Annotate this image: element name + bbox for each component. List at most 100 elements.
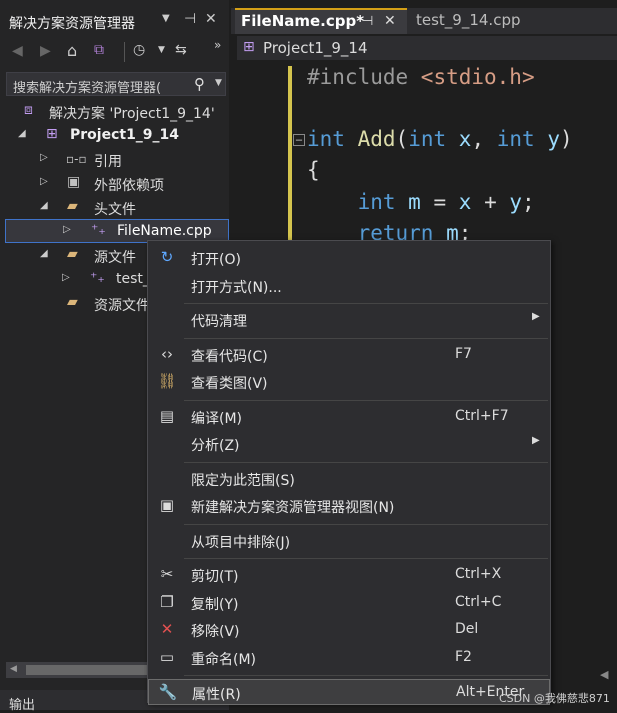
menu-item-label: 打开方式(N)... — [191, 279, 282, 296]
collapsed-arrow-icon[interactable]: ▷ — [62, 272, 70, 283]
expanded-arrow-icon[interactable]: ◢ — [40, 248, 48, 259]
menu-item[interactable]: 🔧 属性(R) Alt+Enter — [148, 679, 550, 705]
menu-item[interactable]: ✂ 剪切(T) Ctrl+X — [148, 562, 550, 588]
properties-icon: 🔧 — [158, 683, 178, 701]
menu-item-shortcut: F2 — [455, 648, 472, 665]
compile-icon: ▤ — [159, 406, 175, 425]
menu-separator — [184, 675, 548, 676]
menu-item[interactable]: 代码清理 ▶ — [148, 307, 550, 333]
search-input[interactable]: 搜索解决方案资源管理器( — [13, 77, 185, 96]
menu-item[interactable]: 从项目中排除(J) — [148, 528, 550, 554]
solution-explorer-titlebar: 解决方案资源管理器 ▼ ⊣ ✕ — [0, 8, 229, 34]
tree-item-solution[interactable]: ⧈ 解决方案 'Project1_9_14' — [0, 100, 229, 124]
tree-item-external-deps[interactable]: ▷ ▣ 外部依赖项 — [0, 172, 229, 196]
cpp-file-icon: ⁺₊ — [91, 222, 106, 238]
collapsed-arrow-icon[interactable]: ▷ — [63, 224, 71, 235]
collapsed-arrow-icon[interactable]: ▷ — [40, 152, 48, 163]
code-token: <stdio.h> — [420, 65, 535, 89]
tree-item-label: Project1_9_14 — [70, 127, 180, 143]
menu-item[interactable]: 限定为此范围(S) — [148, 466, 550, 492]
menu-item[interactable]: ❐ 复制(Y) Ctrl+C — [148, 590, 550, 616]
menu-item[interactable]: 打开方式(N)... — [148, 273, 550, 299]
menu-item-label: 查看代码(C) — [191, 348, 268, 365]
code-token: #include — [307, 65, 421, 89]
sync-icon[interactable]: ⇆ — [175, 42, 187, 58]
tree-item-project[interactable]: ◢ ⊞ Project1_9_14 — [0, 124, 229, 148]
remove-icon: ✕ — [160, 620, 174, 638]
tree-item-label: 源文件 — [94, 250, 136, 266]
menu-item[interactable]: ‹› 查看代码(C) F7 — [148, 342, 550, 368]
switch-views-icon[interactable]: ⧉ — [94, 42, 104, 58]
close-icon[interactable]: ✕ — [205, 11, 217, 27]
back-icon[interactable]: ◀ — [12, 43, 23, 59]
rename-icon: ▭ — [159, 647, 175, 666]
submenu-arrow-icon: ▶ — [532, 311, 540, 322]
code-token: { — [307, 158, 320, 182]
home-icon[interactable]: ⌂ — [67, 41, 77, 60]
menu-separator — [184, 461, 548, 463]
tree-item-references[interactable]: ▷ ▫-▫ 引用 — [0, 148, 229, 172]
code-token: int — [357, 190, 396, 214]
menu-separator — [184, 303, 548, 304]
chevron-down-icon[interactable]: ▼ — [158, 45, 165, 55]
menu-item[interactable]: 分析(Z) ▶ — [148, 431, 550, 457]
expanded-arrow-icon[interactable]: ◢ — [18, 128, 26, 139]
change-tracking-bar — [288, 66, 292, 240]
editor-lower-area — [548, 250, 617, 690]
pin-icon[interactable]: ⊣ — [362, 14, 373, 29]
search-icon[interactable]: ⚲ — [194, 75, 205, 93]
menu-item[interactable]: ✕ 移除(V) Del — [148, 617, 550, 643]
tree-item-header-files[interactable]: ◢ ▰ 头文件 — [0, 196, 229, 220]
external-deps-icon: ▣ — [67, 174, 81, 190]
menu-item-label: 属性(R) — [192, 687, 241, 703]
menu-item[interactable]: ↻ 打开(O) — [148, 245, 550, 271]
solution-icon: ⧈ — [24, 102, 33, 118]
menu-item[interactable]: ▤ 编译(M) Ctrl+F7 — [148, 404, 550, 430]
project-icon: ⊞ — [46, 126, 58, 142]
menu-item-label: 复制(Y) — [191, 596, 239, 613]
tree-item-label: 引用 — [94, 154, 122, 170]
pin-icon[interactable]: ⊣ — [184, 11, 196, 27]
copy-icon: ❐ — [160, 592, 174, 611]
menu-item-label: 新建解决方案资源管理器视图(N) — [191, 500, 395, 516]
tree-item-label: 解决方案 'Project1_9_14' — [49, 106, 215, 122]
menu-item[interactable]: ⛓ 查看类图(V) — [148, 369, 550, 395]
panel-title: 解决方案资源管理器 — [9, 16, 135, 32]
new-view-icon: ▣ — [159, 496, 175, 514]
code-token: Add — [357, 127, 396, 151]
dropdown-icon[interactable]: ▼ — [162, 13, 170, 24]
menu-item-label: 分析(Z) — [191, 438, 240, 454]
tab-test-cpp[interactable]: test_9_14.cpp — [411, 8, 561, 34]
menu-separator — [184, 399, 548, 401]
menu-item-label: 从项目中排除(J) — [191, 534, 291, 551]
chevron-down-icon[interactable]: ▼ — [215, 78, 222, 88]
menu-item[interactable]: ▣ 新建解决方案资源管理器视图(N) — [148, 493, 550, 519]
project-dropdown[interactable]: Project1_9_14 — [263, 39, 368, 57]
navigation-bar[interactable]: ⊞ Project1_9_14 — [237, 36, 617, 61]
code-token: + — [471, 190, 510, 214]
code-token: ; — [522, 190, 535, 214]
filter-folder-icon: ▰ — [67, 198, 78, 214]
collapse-icon[interactable]: − — [293, 134, 305, 146]
collapsed-arrow-icon[interactable]: ▷ — [40, 176, 48, 187]
menu-item-shortcut: Ctrl+C — [455, 593, 502, 610]
tab-filename-cpp[interactable]: FileName.cpp* ⊣ ✕ — [235, 8, 407, 34]
code-editor[interactable]: #include <stdio.h> int Add(int x, int y)… — [237, 60, 617, 245]
code-line: #include <stdio.h> — [307, 65, 535, 89]
context-menu: ↻ 打开(O) 打开方式(N)... 代码清理 ▶ ‹› 查看代码(C) F7 ⛓ 查看类图(V)… — [147, 240, 551, 705]
menu-item-label: 限定为此范围(S) — [191, 472, 295, 489]
scroll-left-icon[interactable]: ◀ — [10, 664, 17, 674]
scroll-right-icon[interactable]: ◀ — [600, 668, 608, 681]
menu-item[interactable]: ▭ 重命名(M) F2 — [148, 645, 550, 671]
search-box[interactable]: 搜索解决方案资源管理器( ⚲ ▼ — [6, 72, 226, 96]
close-icon[interactable]: ✕ — [384, 13, 396, 29]
tree-item-label: test_ — [116, 271, 150, 287]
forward-icon[interactable]: ▶ — [40, 43, 51, 59]
code-token: y — [509, 190, 523, 214]
expanded-arrow-icon[interactable]: ◢ — [40, 200, 48, 211]
menu-separator — [184, 523, 548, 525]
pending-changes-icon[interactable]: ◷ — [133, 42, 145, 58]
overflow-icon[interactable]: » — [214, 38, 221, 52]
menu-item-label: 重命名(M) — [191, 651, 257, 668]
